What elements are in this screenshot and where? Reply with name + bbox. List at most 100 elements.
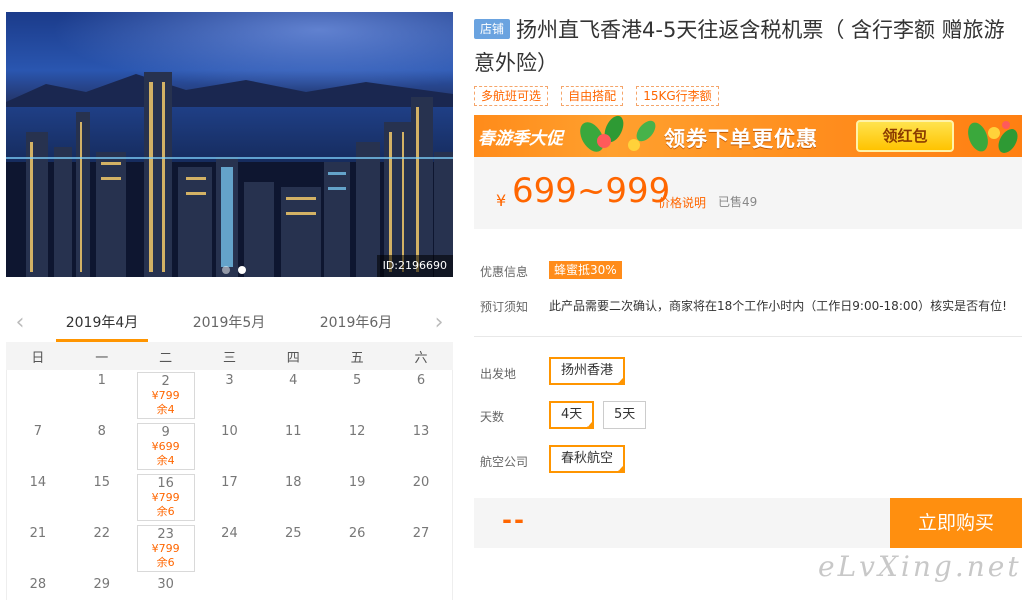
product-tags: 多航班可选 自由搭配 15KG行李额 — [474, 85, 727, 107]
calendar-day-cell — [198, 574, 262, 600]
flower-decoration-icon — [580, 115, 656, 152]
calendar-day-available[interactable]: 16 ¥799 余6 — [136, 474, 195, 521]
day-number: 19 — [348, 475, 366, 490]
calendar-day: 19 — [328, 474, 386, 521]
weekday-header: 三 — [197, 342, 262, 370]
calendar-day-cell: 27 — [389, 523, 453, 574]
day-number: 15 — [93, 475, 111, 490]
price-range: 699~999 — [512, 171, 671, 211]
calendar-grid: 日一二三四五六 1 2 ¥799 余4 3 4 5 6 7 8 9 ¥699 余4 10 11 12 13 14 1… — [6, 342, 453, 600]
day-price: ¥799 — [151, 491, 180, 504]
calendar-day-cell: 21 — [6, 523, 70, 574]
calendar-day-cell: 18 — [261, 472, 325, 523]
option-airline-spring[interactable]: 春秋航空 ✓ — [549, 445, 626, 473]
day-number: 26 — [348, 526, 366, 541]
calendar-day-cell: 19 — [325, 472, 389, 523]
city-skyline — [6, 72, 453, 277]
price-explanation-link[interactable]: 价格说明 — [658, 194, 706, 211]
day-number: 27 — [412, 526, 430, 541]
shop-badge: 店铺 — [474, 19, 511, 39]
month-tab-april[interactable]: 2019年4月 — [56, 312, 148, 342]
airline-label: 航空公司 — [480, 455, 529, 469]
option-days-5[interactable]: 5天 — [603, 401, 647, 429]
banner-spring-text: 春游季大促 — [478, 129, 563, 149]
calendar-day: 14 — [9, 474, 67, 521]
option-days-4[interactable]: 4天 ✓ — [549, 401, 595, 429]
calendar-day-cell: 22 — [70, 523, 134, 574]
calendar-day: 12 — [328, 423, 386, 470]
option-label: 4天 — [561, 407, 583, 422]
calendar-day: 17 — [200, 474, 258, 521]
price-currency: ¥ — [496, 191, 507, 210]
calendar-day-cell: 14 — [6, 472, 70, 523]
calendar-day-cell: 1 — [70, 370, 134, 421]
day-number: 9 — [161, 425, 170, 440]
calendar-day: 29 — [73, 576, 131, 600]
get-red-packet-button[interactable]: 领红包 — [856, 120, 954, 152]
tag-free-combo: 自由搭配 — [561, 86, 624, 106]
chevron-right-icon[interactable]: › — [429, 312, 449, 336]
carousel-dot[interactable] — [222, 266, 230, 274]
weekday-header: 一 — [69, 342, 134, 370]
calendar-day-available[interactable]: 23 ¥799 余6 — [136, 525, 195, 572]
calendar-day-available[interactable]: 9 ¥699 余4 — [136, 423, 195, 470]
product-title: 店铺 扬州直飞香港4-5天往返含税机票（ 含行李额 赠旅游意外险） — [474, 14, 1022, 80]
month-tab-june[interactable]: 2019年6月 — [310, 312, 402, 342]
carousel-dot-active[interactable] — [238, 266, 246, 274]
day-number: 3 — [225, 373, 234, 388]
calendar-day: 7 — [9, 423, 67, 470]
calendar-day-cell: 2 ¥799 余4 — [134, 370, 198, 421]
promo-banner[interactable]: 春游季大促 领券下单更优惠 领红包 — [474, 115, 1022, 157]
calendar-week-row: 14 15 16 ¥799 余6 17 18 19 20 — [6, 472, 453, 523]
calendar-day: 28 — [9, 576, 67, 600]
hero-image[interactable]: ID:2196690 — [6, 12, 453, 277]
calendar-day-cell — [325, 574, 389, 600]
day-number: 23 — [157, 527, 174, 542]
calendar-day-cell: 6 — [389, 370, 453, 421]
calendar-day-cell: 26 — [325, 523, 389, 574]
site-watermark: eLvXing.net — [818, 550, 1022, 583]
calendar-day-cell — [389, 574, 453, 600]
calendar-day: 8 — [73, 423, 131, 470]
product-title-text: 扬州直飞香港4-5天往返含税机票（ 含行李额 赠旅游意外险） — [474, 18, 1005, 75]
calendar-day-cell: 24 — [198, 523, 262, 574]
day-number: 28 — [29, 577, 47, 592]
day-number: 12 — [348, 424, 366, 439]
weekday-header: 日 — [6, 342, 70, 370]
day-number: 2 — [161, 374, 170, 389]
price-box: ¥ 699~999 价格说明 已售49 — [474, 157, 1022, 229]
day-number: 4 — [289, 373, 298, 388]
departure-label: 出发地 — [480, 367, 517, 381]
day-number: 18 — [285, 475, 302, 490]
calendar-day-cell: 10 — [198, 421, 262, 472]
calendar-day: 4 — [264, 372, 322, 419]
option-departure-yangzhou-hk[interactable]: 扬州香港 ✓ — [549, 357, 626, 385]
banner-slogan: 领券下单更优惠 — [664, 127, 818, 151]
check-icon: ✓ — [617, 377, 624, 385]
calendar-day-cell: 20 — [389, 472, 453, 523]
day-stock: 余6 — [156, 556, 175, 569]
month-tab-may[interactable]: 2019年5月 — [183, 312, 275, 342]
calendar-day: 15 — [73, 474, 131, 521]
calendar-day: 11 — [264, 423, 322, 470]
day-number: 25 — [285, 526, 302, 541]
day-number: 20 — [412, 475, 430, 490]
days-label: 天数 — [480, 410, 505, 424]
calendar-day-available[interactable]: 2 ¥799 余4 — [136, 372, 195, 419]
calendar-day-cell: 16 ¥799 余6 — [134, 472, 198, 523]
tag-baggage: 15KG行李额 — [636, 86, 719, 106]
calendar-day: 20 — [392, 474, 450, 521]
calendar-month-nav: ‹ 2019年4月 2019年5月 2019年6月 › — [6, 306, 453, 342]
calendar-day-cell: 12 — [325, 421, 389, 472]
calendar-day-cell: 9 ¥699 余4 — [134, 421, 198, 472]
option-label: 扬州香港 — [561, 363, 614, 378]
divider — [474, 336, 1022, 337]
calendar-day: 30 — [137, 576, 195, 600]
calendar-day-cell: 4 — [261, 370, 325, 421]
calendar-day: 24 — [200, 525, 258, 572]
day-number: 13 — [412, 424, 430, 439]
buy-now-button[interactable]: 立即购买 — [890, 498, 1022, 548]
chevron-left-icon[interactable]: ‹ — [10, 312, 30, 336]
day-number: 10 — [221, 424, 238, 439]
flower-decoration-icon — [968, 121, 1018, 153]
